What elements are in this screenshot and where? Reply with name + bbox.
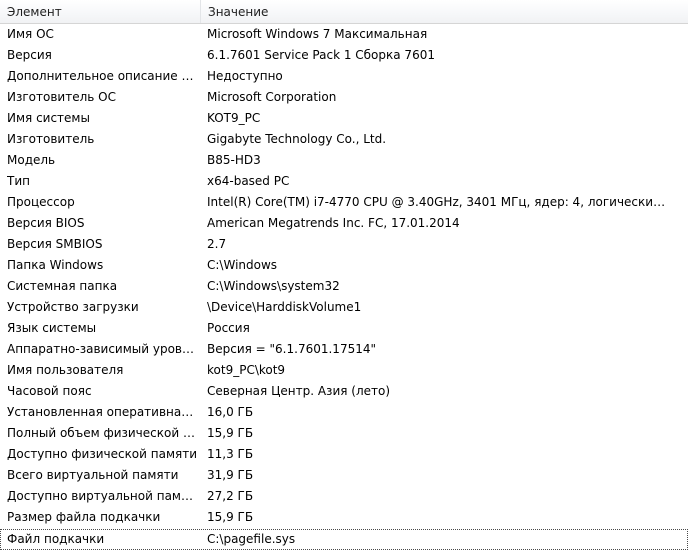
- row-value: American Megatrends Inc. FC, 17.01.2014: [207, 216, 460, 230]
- row-value: Северная Центр. Азия (лето): [207, 384, 391, 398]
- list-row[interactable]: Версия BIOS American Megatrends Inc. FC, …: [0, 213, 688, 234]
- list-row[interactable]: Устройство загрузки \Device\HarddiskVolum…: [0, 297, 688, 318]
- row-value: Версия = "6.1.7601.17514": [207, 342, 376, 356]
- row-value: 15,9 ГБ: [207, 426, 254, 440]
- row-element-name: Модель: [7, 153, 56, 167]
- list-row[interactable]: Размер файла подкачки 15,9 ГБ: [0, 507, 688, 528]
- row-value: C:\Windows: [207, 258, 278, 272]
- row-value: Недоступно: [207, 69, 283, 83]
- row-element-name: Версия: [7, 48, 52, 62]
- row-value: B85-HD3: [207, 153, 261, 167]
- row-element-name: Процессор: [7, 195, 75, 209]
- row-element-name: Часовой пояс: [7, 384, 92, 398]
- list-row[interactable]: Модель B85-HD3: [0, 150, 688, 171]
- row-value: Microsoft Corporation: [207, 90, 337, 104]
- row-value: C:\Windows\system32: [207, 279, 340, 293]
- list-row[interactable]: Аппаратно-зависимый уровен... Версия = "6…: [0, 339, 688, 360]
- list-row[interactable]: Имя ОС Microsoft Windows 7 Максимальная: [0, 24, 688, 45]
- list-row[interactable]: Часовой пояс Северная Центр. Азия (лето): [0, 381, 688, 402]
- row-element-name: Папка Windows: [7, 258, 104, 272]
- row-value: 11,3 ГБ: [207, 447, 254, 461]
- row-value: Gigabyte Technology Co., Ltd.: [207, 132, 387, 146]
- row-value: 15,9 ГБ: [207, 510, 254, 524]
- row-element-name: Имя ОС: [7, 27, 54, 41]
- list-row[interactable]: Файл подкачки C:\pagefile.sys: [0, 529, 688, 550]
- system-info-list: Элемент Значение Имя ОС Microsoft Windows…: [0, 0, 688, 558]
- list-rows: Имя ОС Microsoft Windows 7 Максимальная Ве…: [0, 24, 688, 550]
- row-value: KOT9_PC: [207, 111, 261, 125]
- list-row[interactable]: Имя системы KOT9_PC: [0, 108, 688, 129]
- list-row[interactable]: Версия SMBIOS 2.7: [0, 234, 688, 255]
- column-header-element[interactable]: Элемент: [0, 0, 201, 23]
- list-row[interactable]: Тип x64-based PC: [0, 171, 688, 192]
- row-element-name: Изготовитель: [7, 132, 95, 146]
- row-value: \Device\HarddiskVolume1: [207, 300, 362, 314]
- row-element-name: Язык системы: [7, 321, 97, 335]
- row-element-name: Имя пользователя: [7, 363, 124, 377]
- row-element-name: Тип: [7, 174, 30, 188]
- row-value: 6.1.7601 Service Pack 1 Сборка 7601: [207, 48, 435, 62]
- row-value: Microsoft Windows 7 Максимальная: [207, 27, 428, 41]
- list-row[interactable]: Доступно физической памяти 11,3 ГБ: [0, 444, 688, 465]
- row-value: kot9_PC\kot9: [207, 363, 286, 377]
- list-row[interactable]: Процессор Intel(R) Core(TM) i7-4770 CPU @…: [0, 192, 688, 213]
- row-element-name: Версия BIOS: [7, 216, 85, 230]
- row-element-name: Установленная оперативная п...: [7, 405, 201, 419]
- row-element-name: Версия SMBIOS: [7, 237, 103, 251]
- row-element-name: Устройство загрузки: [7, 300, 139, 314]
- row-element-name: Дополнительное описание ОС: [7, 69, 200, 83]
- row-value: x64-based PC: [207, 174, 290, 188]
- row-element-name: Всего виртуальной памяти: [7, 468, 179, 482]
- row-element-name: Файл подкачки: [7, 532, 105, 546]
- list-row[interactable]: Версия 6.1.7601 Service Pack 1 Сборка 760…: [0, 45, 688, 66]
- list-row[interactable]: Изготовитель Gigabyte Technology Co., Ltd…: [0, 129, 688, 150]
- list-row[interactable]: Установленная оперативная п... 16,0 ГБ: [0, 402, 688, 423]
- list-row[interactable]: Полный объем физической па... 15,9 ГБ: [0, 423, 688, 444]
- list-row[interactable]: Системная папка C:\Windows\system32: [0, 276, 688, 297]
- row-element-name: Полный объем физической па...: [7, 426, 201, 440]
- list-row[interactable]: Язык системы Россия: [0, 318, 688, 339]
- row-element-name: Размер файла подкачки: [7, 510, 161, 524]
- row-value: C:\pagefile.sys: [207, 532, 296, 546]
- row-value: Россия: [207, 321, 250, 335]
- list-header: Элемент Значение: [0, 0, 688, 24]
- column-header-value[interactable]: Значение: [201, 0, 688, 23]
- list-row[interactable]: Папка Windows C:\Windows: [0, 255, 688, 276]
- row-element-name: Доступно виртуальной памяти: [7, 489, 201, 503]
- row-element-name: Системная папка: [7, 279, 118, 293]
- row-value: 16,0 ГБ: [207, 405, 254, 419]
- list-row[interactable]: Доступно виртуальной памяти 27,2 ГБ: [0, 486, 688, 507]
- row-element-name: Аппаратно-зависимый уровен...: [7, 342, 201, 356]
- list-row[interactable]: Имя пользователя kot9_PC\kot9: [0, 360, 688, 381]
- row-element-name: Доступно физической памяти: [7, 447, 198, 461]
- row-value: 31,9 ГБ: [207, 468, 254, 482]
- list-row[interactable]: Дополнительное описание ОС Недоступно: [0, 66, 688, 87]
- list-row[interactable]: Изготовитель ОС Microsoft Corporation: [0, 87, 688, 108]
- row-value: 27,2 ГБ: [207, 489, 254, 503]
- row-value: 2.7: [207, 237, 227, 251]
- row-value: Intel(R) Core(TM) i7-4770 CPU @ 3.40GHz,…: [207, 195, 667, 209]
- row-element-name: Изготовитель ОС: [7, 90, 116, 104]
- row-element-name: Имя системы: [7, 111, 90, 125]
- list-row[interactable]: Всего виртуальной памяти 31,9 ГБ: [0, 465, 688, 486]
